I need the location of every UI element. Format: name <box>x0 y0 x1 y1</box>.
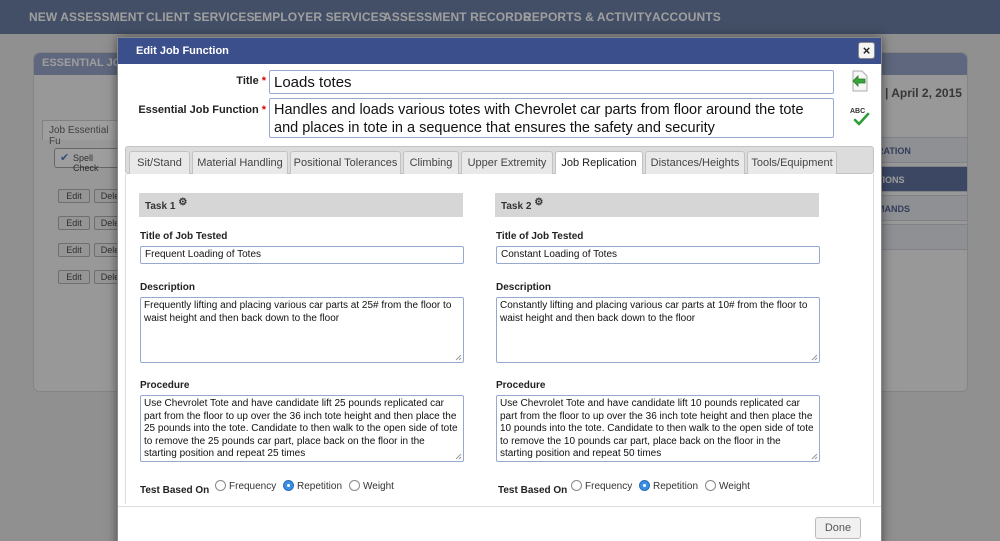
task-1-title-tested-input[interactable]: Frequent Loading of Totes <box>140 246 464 264</box>
task-1-title: Task 1 <box>145 201 176 212</box>
tab-sit-stand[interactable]: Sit/Stand <box>129 151 190 175</box>
resize-grip-icon[interactable] <box>455 354 462 361</box>
task-1-test-based-on-group: Frequency Repetition Weight <box>215 480 405 495</box>
task-1-description-text: Frequently lifting and placing various c… <box>144 300 452 324</box>
task-2-description-text: Constantly lifting and placing various c… <box>500 300 808 324</box>
task-2-test-based-on-group: Frequency Repetition Weight <box>571 480 761 495</box>
resize-grip-icon[interactable] <box>455 453 462 460</box>
test-based-on-label: Test Based On <box>498 485 568 496</box>
gear-icon[interactable]: ⚙ <box>178 197 187 208</box>
gear-icon[interactable]: ⚙ <box>534 197 543 208</box>
task-2-title: Task 2 <box>501 201 532 212</box>
spellcheck-icon[interactable]: ABC <box>849 108 871 128</box>
radio-selected-icon <box>283 480 294 491</box>
close-icon: × <box>862 43 871 58</box>
description-label: Description <box>496 282 552 293</box>
title-label: Title * <box>178 75 266 87</box>
option-label: Frequency <box>585 481 633 493</box>
tab-distances-heights[interactable]: Distances/Heights <box>645 151 745 175</box>
task-2-procedure-text: Use Chevrolet Tote and have candidate li… <box>500 398 814 459</box>
option-label: Weight <box>363 481 394 493</box>
tab-tools-equipment[interactable]: Tools/Equipment <box>747 151 837 175</box>
task-1-option-repetition[interactable]: Repetition <box>283 480 343 493</box>
radio-icon <box>349 480 360 491</box>
task-2-procedure-input[interactable]: Use Chevrolet Tote and have candidate li… <box>496 395 820 462</box>
task-2-option-weight[interactable]: Weight <box>705 480 750 493</box>
task-1-description-input[interactable]: Frequently lifting and placing various c… <box>140 297 464 363</box>
resize-grip-icon[interactable] <box>811 354 818 361</box>
description-label: Description <box>140 282 196 293</box>
task-1-option-weight[interactable]: Weight <box>349 480 394 493</box>
task-2-option-repetition[interactable]: Repetition <box>639 480 699 493</box>
task-2-option-frequency[interactable]: Frequency <box>571 480 633 493</box>
title-label-text: Title <box>236 75 259 87</box>
tab-climbing[interactable]: Climbing <box>403 151 459 175</box>
task-1-option-frequency[interactable]: Frequency <box>215 480 277 493</box>
procedure-label: Procedure <box>140 380 190 391</box>
test-based-on-label: Test Based On <box>140 485 210 496</box>
task-2-header: Task 2 ⚙ <box>495 193 819 217</box>
essential-job-function-label-text: Essential Job Function <box>138 104 259 116</box>
dialog-header: Edit Job Function × <box>118 38 881 64</box>
essential-job-function-input[interactable]: Handles and loads various totes with Che… <box>269 98 834 138</box>
radio-icon <box>215 480 226 491</box>
option-label: Frequency <box>229 481 277 493</box>
tab-material-handling[interactable]: Material Handling <box>192 151 288 175</box>
task-1-header: Task 1 ⚙ <box>139 193 463 217</box>
undo-icon[interactable] <box>849 70 869 92</box>
task-2-title-tested-input[interactable]: Constant Loading of Totes <box>496 246 820 264</box>
task-2-description-input[interactable]: Constantly lifting and placing various c… <box>496 297 820 363</box>
task-1-procedure-input[interactable]: Use Chevrolet Tote and have candidate li… <box>140 395 464 462</box>
required-mark: * <box>261 104 266 116</box>
procedure-label: Procedure <box>496 380 546 391</box>
close-button[interactable]: × <box>858 42 875 59</box>
tab-upper-extremity[interactable]: Upper Extremity <box>461 151 553 175</box>
dialog-title: Edit Job Function <box>136 45 229 57</box>
dialog-footer: Done <box>118 506 881 541</box>
resize-grip-icon[interactable] <box>811 453 818 460</box>
tab-job-replication[interactable]: Job Replication <box>555 151 643 176</box>
tab-bar: Sit/Stand Material Handling Positional T… <box>125 146 874 176</box>
essential-job-function-label: Essential Job Function * <box>120 104 266 116</box>
tab-positional-tolerances[interactable]: Positional Tolerances <box>290 151 401 175</box>
edit-job-function-dialog: Edit Job Function × Title * Loads totes E… <box>117 37 882 541</box>
title-tested-label: Title of Job Tested <box>496 231 584 242</box>
option-label: Repetition <box>297 481 343 493</box>
radio-selected-icon <box>639 480 650 491</box>
radio-icon <box>705 480 716 491</box>
option-label: Repetition <box>653 481 699 493</box>
required-mark: * <box>261 75 266 87</box>
task-1-procedure-text: Use Chevrolet Tote and have candidate li… <box>144 398 458 459</box>
done-button[interactable]: Done <box>815 517 861 539</box>
title-input[interactable]: Loads totes <box>269 70 834 94</box>
title-tested-label: Title of Job Tested <box>140 231 228 242</box>
radio-icon <box>571 480 582 491</box>
option-label: Weight <box>719 481 750 493</box>
